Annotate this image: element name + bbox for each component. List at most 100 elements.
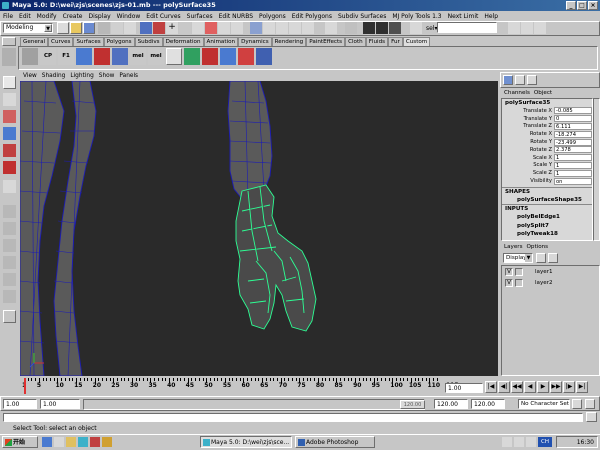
- layout-four-icon[interactable]: [3, 222, 16, 235]
- layout-split-icon[interactable]: [3, 239, 16, 252]
- shelf-mel-2-icon[interactable]: mel: [148, 48, 164, 65]
- input-node[interactable]: polyBelEdge1: [502, 213, 592, 222]
- new-scene-icon[interactable]: [57, 22, 69, 34]
- tab-fur[interactable]: Fur: [388, 37, 403, 46]
- shelf-mel-1-icon[interactable]: mel: [130, 48, 146, 65]
- auto-key-icon[interactable]: [572, 399, 582, 409]
- snap-curve-icon[interactable]: [263, 22, 275, 34]
- shelf-red-tool-icon[interactable]: [202, 48, 218, 65]
- quicklaunch-app-icon[interactable]: [102, 437, 112, 447]
- lasso-tool-icon[interactable]: [3, 93, 16, 106]
- rotate-tool-icon[interactable]: [3, 127, 16, 140]
- channel-box-toggle-icon[interactable]: [534, 22, 546, 34]
- snap-grid-icon[interactable]: [250, 22, 262, 34]
- save-scene-icon[interactable]: [83, 22, 95, 34]
- start-button[interactable]: 开始: [2, 436, 38, 448]
- input-output-icon[interactable]: [345, 22, 357, 34]
- attr-field[interactable]: 0: [554, 115, 592, 123]
- step-back-key-button[interactable]: ◀◀: [511, 381, 523, 393]
- menu-next-limit[interactable]: Next Limit: [448, 13, 479, 20]
- taskbar-item-maya[interactable]: Maya 5.0: D:\wei\zjs\sce...: [200, 436, 292, 448]
- shelf-menu-icon[interactable]: [2, 48, 16, 66]
- go-to-start-button[interactable]: |◀: [485, 381, 497, 393]
- menu-surfaces[interactable]: Surfaces: [187, 13, 213, 20]
- channel-layer-icon[interactable]: [527, 75, 537, 85]
- plus-icon[interactable]: +: [166, 22, 178, 34]
- range-slider-handle[interactable]: 120.00: [400, 400, 425, 409]
- quicklaunch-ie-icon[interactable]: [42, 437, 52, 447]
- layer-visibility-toggle[interactable]: V: [505, 268, 513, 276]
- history-icon[interactable]: [325, 22, 337, 34]
- shelf-extrude-icon[interactable]: [112, 48, 128, 65]
- lighting-menu[interactable]: Lighting: [70, 73, 93, 79]
- layer-row[interactable]: V layer2: [505, 279, 553, 287]
- render-globals-icon[interactable]: [389, 22, 401, 34]
- shelf-f1-icon[interactable]: F1: [58, 48, 74, 65]
- input-node[interactable]: polySplit7: [502, 222, 592, 231]
- quick-selection-field[interactable]: [437, 22, 497, 33]
- quicklaunch-maya-icon[interactable]: [78, 437, 88, 447]
- tab-subdivs[interactable]: Subdivs: [134, 37, 163, 46]
- attr-field[interactable]: on: [554, 177, 592, 185]
- quicklaunch-desktop-icon[interactable]: [54, 437, 64, 447]
- scale-tool-icon[interactable]: [3, 144, 16, 157]
- shape-node[interactable]: polySurfaceShape35: [502, 196, 592, 205]
- tab-animation[interactable]: Animation: [203, 37, 239, 46]
- attr-field[interactable]: -23.499: [554, 138, 592, 146]
- channels-menu[interactable]: Channels: [504, 89, 530, 98]
- tray-app-icon[interactable]: [526, 437, 536, 447]
- shelf-tool-1-icon[interactable]: [22, 48, 38, 65]
- open-scene-icon[interactable]: [70, 22, 82, 34]
- step-back-frame-button[interactable]: ◀|: [498, 381, 510, 393]
- character-set-selector[interactable]: No Character Set: [518, 399, 570, 409]
- show-menu[interactable]: Show: [99, 73, 115, 79]
- snap-view-plane-icon[interactable]: [289, 22, 301, 34]
- range-slider[interactable]: [83, 399, 425, 410]
- shelf-merge-tool-icon[interactable]: [256, 48, 272, 65]
- shelf-options-icon[interactable]: [2, 37, 16, 46]
- go-to-end-button[interactable]: ▶|: [576, 381, 588, 393]
- layout-menu-icon[interactable]: [3, 310, 16, 323]
- step-forward-key-button[interactable]: ▶▶: [550, 381, 562, 393]
- layer-display-selector[interactable]: Display ▼: [503, 253, 533, 263]
- layer-type-toggle[interactable]: [515, 268, 523, 276]
- last-tool-icon[interactable]: [3, 180, 16, 193]
- shelf-split-tool-icon[interactable]: [238, 48, 254, 65]
- menu-edit[interactable]: Edit: [19, 13, 31, 20]
- taskbar-item-photoshop[interactable]: Adobe Photoshop: [295, 436, 375, 448]
- tab-custom[interactable]: Custom: [402, 37, 431, 46]
- quicklaunch-folder-icon[interactable]: [66, 437, 76, 447]
- channel-box-scrollbar[interactable]: [593, 98, 600, 241]
- menu-file[interactable]: File: [3, 13, 13, 20]
- current-time-indicator[interactable]: [24, 378, 26, 394]
- attribute-editor-icon[interactable]: [508, 22, 520, 34]
- select-by-hierarchy-icon[interactable]: [98, 22, 110, 34]
- panels-menu[interactable]: Panels: [119, 73, 138, 79]
- new-layer-icon[interactable]: [536, 253, 546, 263]
- perspective-viewport[interactable]: [20, 81, 498, 376]
- menu-edit-nurbs[interactable]: Edit NURBS: [219, 13, 253, 20]
- close-button[interactable]: ×: [588, 1, 598, 10]
- mask-misc-icon[interactable]: [205, 22, 217, 34]
- attr-field[interactable]: -18.274: [554, 130, 592, 138]
- step-forward-frame-button[interactable]: |▶: [563, 381, 575, 393]
- tab-dynamics[interactable]: Dynamics: [238, 37, 272, 46]
- layout-single-icon[interactable]: [3, 205, 16, 218]
- ipr-render-icon[interactable]: [376, 22, 388, 34]
- attr-field[interactable]: 6.111: [554, 122, 592, 130]
- mask-uv-icon[interactable]: [192, 22, 204, 34]
- animation-end-field[interactable]: 120.00: [471, 399, 505, 409]
- layer-color-swatch[interactable]: [525, 268, 533, 276]
- animation-start-field[interactable]: 1.00: [3, 399, 37, 409]
- snap-point-icon[interactable]: [276, 22, 288, 34]
- script-editor-icon[interactable]: [586, 412, 597, 422]
- layer-type-toggle[interactable]: [515, 279, 523, 287]
- tab-painteffects[interactable]: PaintEffects: [306, 37, 346, 46]
- render-icon[interactable]: [363, 22, 375, 34]
- attr-field[interactable]: 1: [554, 154, 592, 162]
- tray-app-icon[interactable]: [514, 437, 524, 447]
- tray-app-icon[interactable]: [502, 437, 512, 447]
- command-input[interactable]: [3, 413, 583, 422]
- shelf-blue-tool-icon[interactable]: [220, 48, 236, 65]
- shelf-deform-icon[interactable]: [94, 48, 110, 65]
